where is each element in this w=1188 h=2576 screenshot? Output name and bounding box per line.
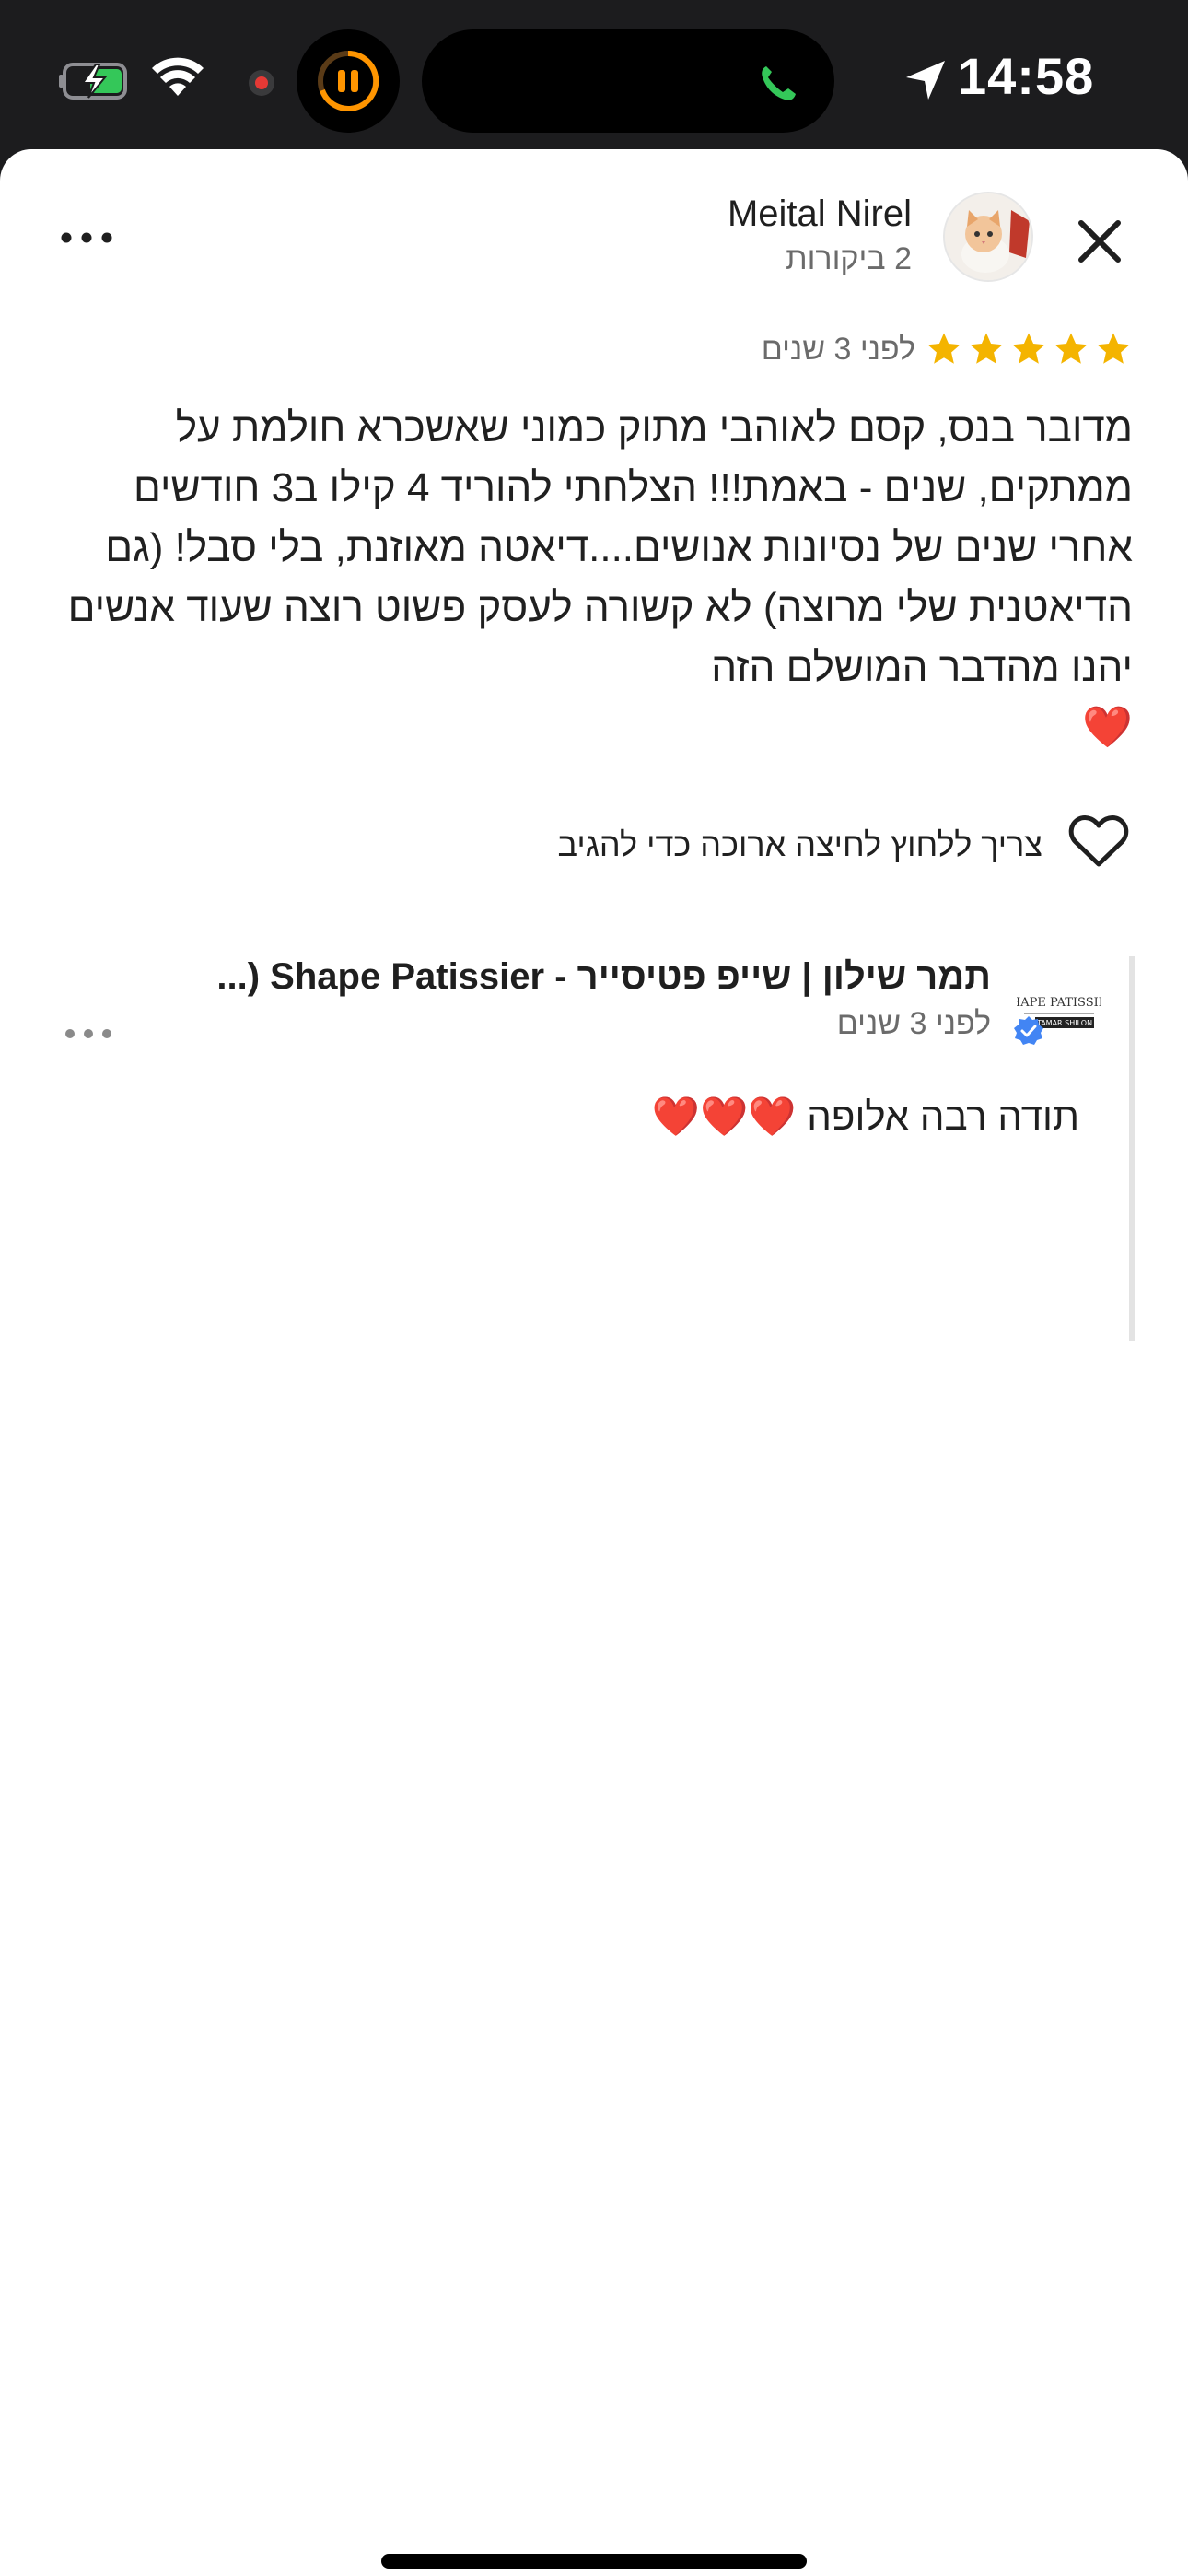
reviewer-avatar[interactable] bbox=[943, 192, 1033, 282]
star-icon bbox=[1012, 333, 1045, 364]
pause-indicator[interactable] bbox=[297, 29, 400, 133]
kitten-photo bbox=[945, 193, 1031, 280]
review-sheet: Meital Nirel 2 ביקורות לפני 3 שנים מדובר… bbox=[0, 149, 1188, 2576]
review-date: לפני 3 שנים bbox=[761, 332, 915, 367]
heart-icon[interactable] bbox=[1068, 813, 1129, 870]
owner-reply: SHAPE PATISSIER TAMAR SHILON תמר שילון |… bbox=[55, 956, 1135, 1341]
star-icon bbox=[927, 333, 961, 364]
phone-call-icon bbox=[762, 66, 796, 100]
location-arrow-icon bbox=[906, 61, 945, 100]
recording-dot-icon bbox=[249, 70, 274, 96]
reviewer-name[interactable]: Meital Nirel bbox=[728, 193, 912, 235]
more-options-icon[interactable] bbox=[59, 225, 114, 251]
home-indicator[interactable] bbox=[381, 2554, 807, 2569]
star-icon bbox=[970, 333, 1003, 364]
logo-text-bottom: TAMAR SHILON bbox=[1036, 1019, 1092, 1027]
close-icon[interactable] bbox=[1068, 210, 1131, 273]
wifi-icon bbox=[152, 57, 204, 96]
logo-text-top: SHAPE PATISSIER bbox=[1017, 996, 1101, 1010]
battery-charging-icon bbox=[59, 63, 127, 100]
star-icon bbox=[1054, 333, 1088, 364]
status-time: 14:58 bbox=[958, 47, 1095, 105]
star-icon bbox=[1097, 333, 1130, 364]
status-bar: 14:58 bbox=[0, 0, 1188, 152]
star-rating bbox=[925, 330, 1133, 376]
review-body: מדובר בנס, קסם לאוהבי מתוק כמוני שאשכרא … bbox=[67, 405, 1133, 750]
pause-icon bbox=[318, 50, 379, 111]
reviewer-review-count: 2 ביקורות bbox=[786, 241, 912, 276]
dynamic-island[interactable] bbox=[422, 29, 834, 133]
reply-date: לפני 3 שנים bbox=[836, 1006, 991, 1041]
like-hint-text: צריך ללחוץ לחיצה ארוכה כדי להגיב bbox=[557, 825, 1042, 863]
verified-badge-icon bbox=[1014, 1016, 1043, 1045]
owner-name[interactable]: תמר שילון | שייפ פטיסייר - Shape Patissi… bbox=[199, 956, 991, 998]
reply-body: תודה רבה אלופה ❤️❤️❤️ bbox=[651, 1095, 1079, 1138]
reply-more-options-icon[interactable] bbox=[63, 1023, 114, 1045]
